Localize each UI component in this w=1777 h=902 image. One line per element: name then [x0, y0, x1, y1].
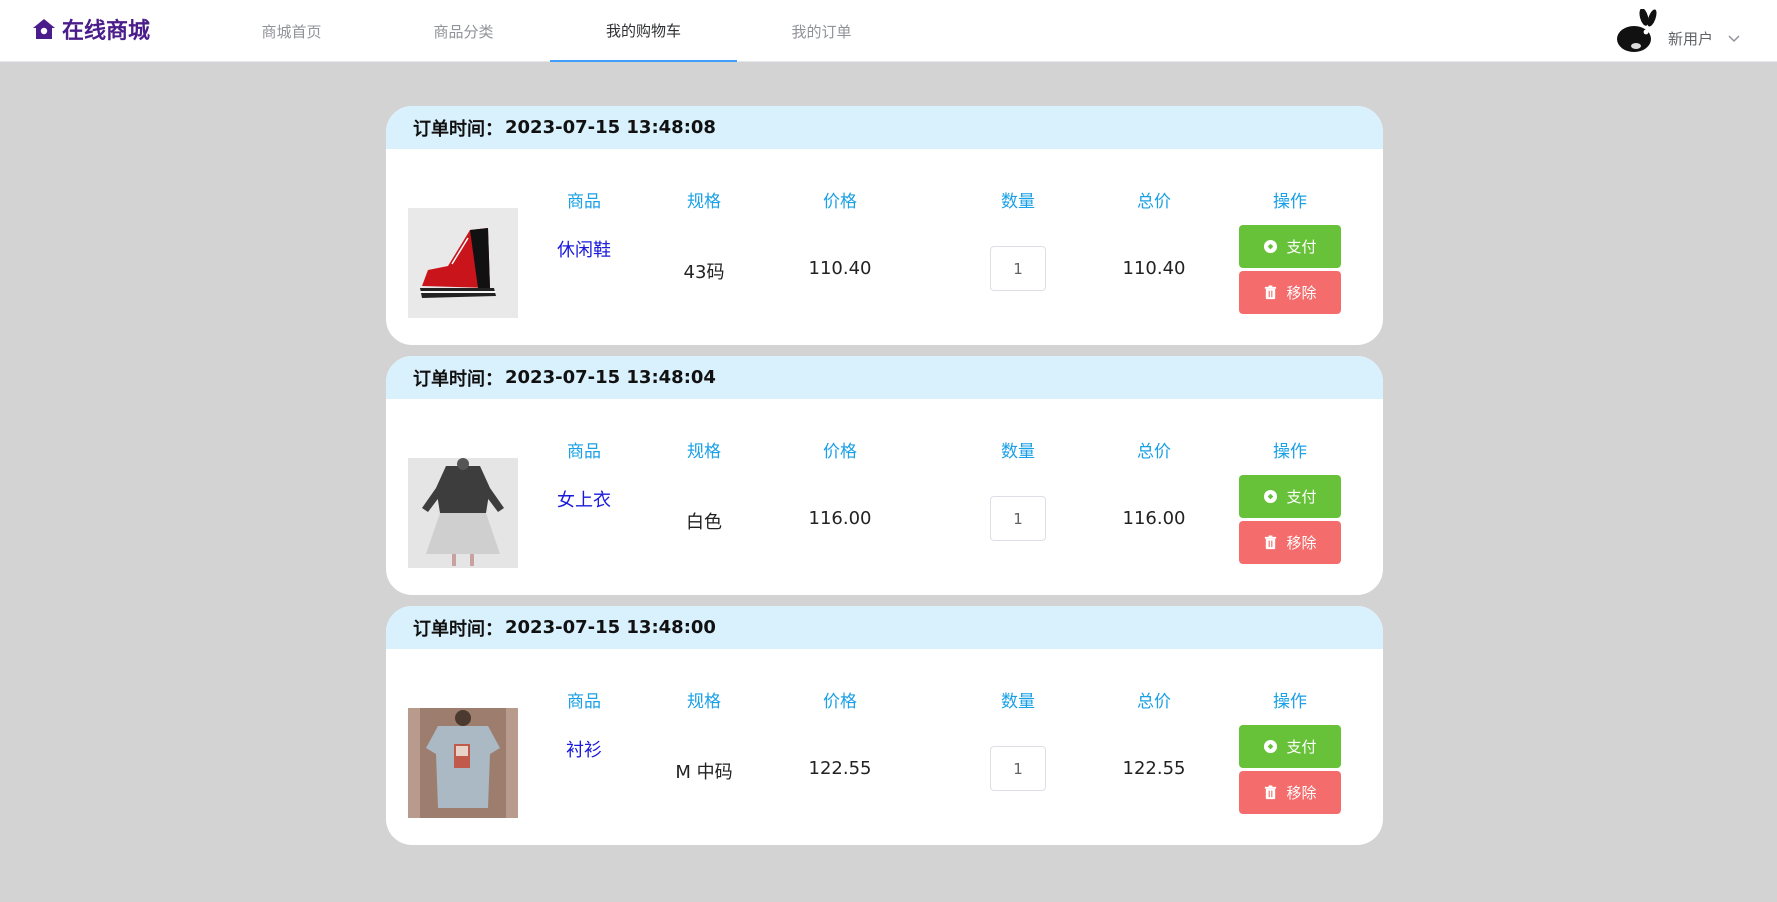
nav-categories[interactable]: 商品分类	[370, 0, 557, 62]
col-head-total: 总价	[1137, 442, 1171, 462]
product-total: 116.00	[1122, 508, 1186, 529]
product-price: 122.55	[808, 758, 872, 779]
remove-label: 移除	[1286, 535, 1317, 552]
cart-item-card: 订单时间： 2023-07-15 13:48:04 商品 规格 价格 数量 总价…	[386, 356, 1383, 595]
product-spec: 43码	[683, 262, 725, 283]
chevron-down-icon	[1728, 35, 1740, 43]
order-time-header: 订单时间： 2023-07-15 13:48:04	[386, 356, 1383, 399]
col-head-qty: 数量	[1001, 442, 1035, 462]
quantity-input[interactable]	[990, 746, 1046, 791]
top-bar: 在线商城 商城首页 商品分类 我的购物车 我的订单 新用户	[0, 0, 1777, 62]
site-logo[interactable]: 在线商城	[32, 14, 150, 44]
col-head-product: 商品	[567, 692, 601, 712]
product-price: 110.40	[808, 258, 872, 279]
shirt-image	[408, 708, 518, 818]
product-name-link[interactable]: 休闲鞋	[516, 236, 652, 262]
product-total: 110.40	[1122, 258, 1186, 279]
order-time-label: 订单时间：	[413, 618, 503, 640]
quantity-input[interactable]	[990, 496, 1046, 541]
col-head-ops: 操作	[1273, 192, 1307, 212]
order-time-label: 订单时间：	[413, 118, 503, 140]
product-name-link[interactable]: 衬衫	[516, 736, 652, 762]
order-time-value: 2023-07-15 13:48:08	[505, 117, 716, 138]
pay-button[interactable]: 支付	[1239, 725, 1341, 768]
order-time-header: 订单时间： 2023-07-15 13:48:08	[386, 106, 1383, 149]
trash-icon	[1265, 785, 1277, 800]
nav-cart[interactable]: 我的购物车	[550, 0, 737, 62]
home-icon	[33, 19, 55, 39]
quantity-input[interactable]	[990, 246, 1046, 291]
blouse-image	[408, 458, 518, 568]
remove-button[interactable]: 移除	[1239, 771, 1341, 814]
nav-home[interactable]: 商城首页	[198, 0, 385, 62]
order-time-value: 2023-07-15 13:48:04	[505, 367, 716, 388]
pay-button[interactable]: 支付	[1239, 475, 1341, 518]
col-head-spec: 规格	[687, 692, 721, 712]
product-total: 122.55	[1122, 758, 1186, 779]
cart-item-card: 订单时间： 2023-07-15 13:48:00 商品 规格 价格 数量 总价…	[386, 606, 1383, 845]
product-name-link[interactable]: 女上衣	[516, 486, 652, 512]
product-price: 116.00	[808, 508, 872, 529]
remove-label: 移除	[1286, 785, 1317, 802]
col-head-price: 价格	[823, 442, 857, 462]
logo-text: 在线商城	[62, 19, 151, 44]
order-time-value: 2023-07-15 13:48:00	[505, 617, 716, 638]
pay-label: 支付	[1286, 739, 1317, 756]
pay-label: 支付	[1286, 489, 1317, 506]
col-head-spec: 规格	[687, 192, 721, 212]
product-spec: 白色	[686, 512, 722, 533]
pay-button[interactable]: 支付	[1239, 225, 1341, 268]
col-head-product: 商品	[567, 442, 601, 462]
col-head-ops: 操作	[1273, 442, 1307, 462]
user-menu[interactable]: 新用户	[1614, 8, 1741, 54]
nav-orders[interactable]: 我的订单	[728, 0, 915, 62]
col-head-total: 总价	[1137, 692, 1171, 712]
order-time-header: 订单时间： 2023-07-15 13:48:00	[386, 606, 1383, 649]
pay-icon	[1264, 239, 1278, 254]
trash-icon	[1265, 285, 1277, 300]
pay-icon	[1264, 489, 1278, 504]
remove-label: 移除	[1286, 285, 1317, 302]
col-head-product: 商品	[567, 192, 601, 212]
cart-list: 订单时间： 2023-07-15 13:48:08 商品 规格 价格 数量 总价…	[386, 106, 1383, 856]
col-head-price: 价格	[823, 192, 857, 212]
col-head-qty: 数量	[1001, 692, 1035, 712]
col-head-price: 价格	[823, 692, 857, 712]
product-spec: M 中码	[675, 762, 733, 783]
sneaker-image	[408, 208, 518, 318]
order-time-label: 订单时间：	[413, 368, 503, 390]
col-head-spec: 规格	[687, 442, 721, 462]
pay-label: 支付	[1286, 239, 1317, 256]
cart-item-card: 订单时间： 2023-07-15 13:48:08 商品 规格 价格 数量 总价…	[386, 106, 1383, 345]
col-head-total: 总价	[1137, 192, 1171, 212]
col-head-qty: 数量	[1001, 192, 1035, 212]
col-head-ops: 操作	[1273, 692, 1307, 712]
remove-button[interactable]: 移除	[1239, 271, 1341, 314]
remove-button[interactable]: 移除	[1239, 521, 1341, 564]
trash-icon	[1265, 535, 1277, 550]
pay-icon	[1264, 739, 1278, 754]
avatar	[1616, 9, 1657, 52]
user-name: 新用户	[1667, 29, 1713, 48]
